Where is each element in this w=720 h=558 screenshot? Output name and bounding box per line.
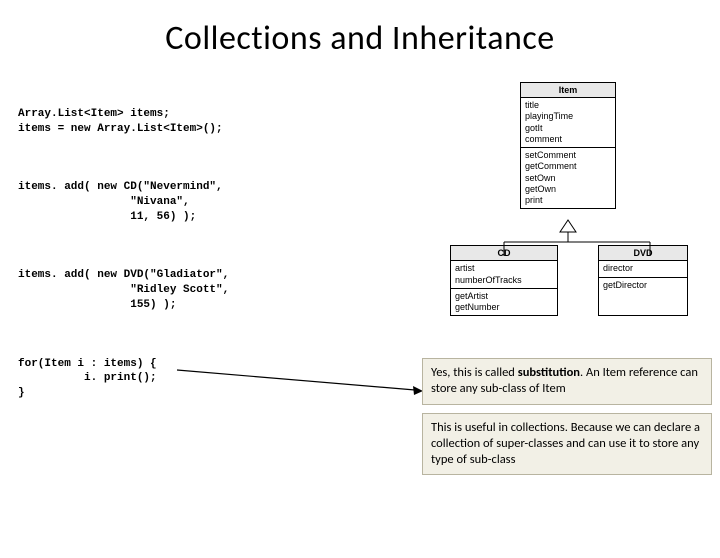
uml-item-name: Item <box>521 83 615 98</box>
uml-dvd-ops: getDirector <box>599 278 687 293</box>
code-block-add-dvd: items. add( new DVD("Gladiator", "Ridley… <box>18 268 358 313</box>
code-block-add-cd: items. add( new CD("Nevermind", "Nivana"… <box>18 180 358 225</box>
uml-class-dvd: DVD director getDirector <box>598 245 688 316</box>
uml-children-row: CD artist numberOfTracks getArtist getNu… <box>450 245 710 316</box>
code-block-declare: Array.List<Item> items; items = new Arra… <box>18 107 358 137</box>
note-substitution: Yes, this is called substitution. An Ite… <box>422 358 712 405</box>
note-collections: This is useful in collections. Because w… <box>422 413 712 476</box>
uml-item-ops: setComment getComment setOwn getOwn prin… <box>521 148 615 208</box>
uml-class-cd: CD artist numberOfTracks getArtist getNu… <box>450 245 558 316</box>
slide-title: Collections and Inheritance <box>0 18 720 59</box>
uml-dvd-attrs: director <box>599 261 687 277</box>
uml-diagram: Item title playingTime gotIt comment set… <box>450 82 710 322</box>
note1-bold: substitution <box>518 365 580 380</box>
uml-item-attrs: title playingTime gotIt comment <box>521 98 615 148</box>
note1-part-a: Yes, this is called <box>431 365 518 380</box>
uml-cd-attrs: artist numberOfTracks <box>451 261 557 289</box>
uml-cd-name: CD <box>451 246 557 261</box>
code-column: Array.List<Item> items; items = new Arra… <box>18 77 358 445</box>
uml-class-item: Item title playingTime gotIt comment set… <box>520 82 616 209</box>
uml-dvd-name: DVD <box>599 246 687 261</box>
code-block-for: for(Item i : items) { i. print(); } <box>18 357 358 402</box>
notes-column: Yes, this is called substitution. An Ite… <box>422 358 712 483</box>
uml-cd-ops: getArtist getNumber <box>451 289 557 316</box>
